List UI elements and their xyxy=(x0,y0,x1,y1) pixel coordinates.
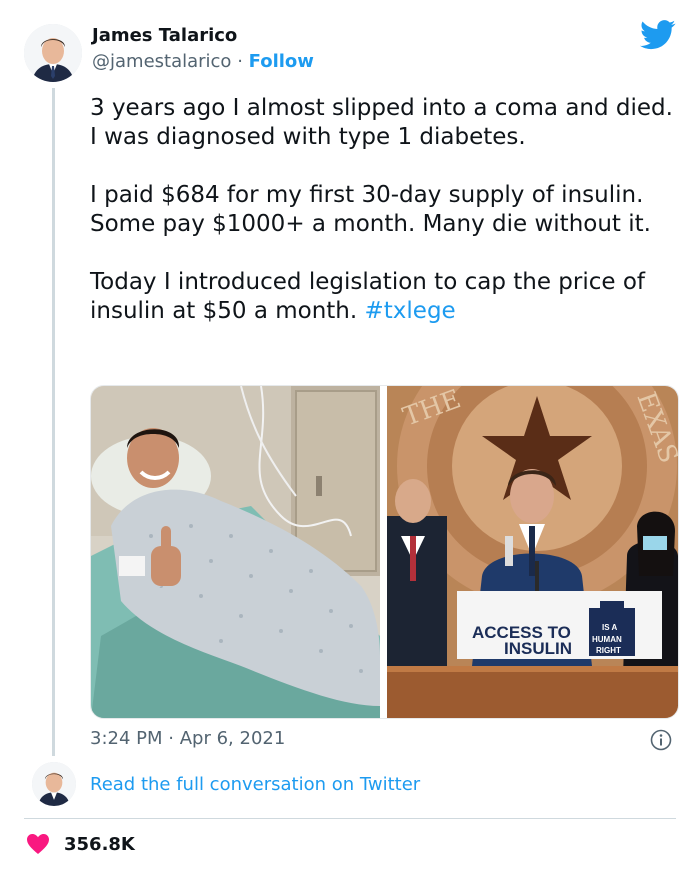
handle-separator: · xyxy=(237,51,243,72)
tweet-media[interactable]: THE EXAS ACCESS TO INSULIN IS A HUMAN RI… xyxy=(90,385,679,719)
follow-button[interactable]: Follow xyxy=(249,51,314,72)
tweet-paragraph-2: I paid $684 for my first 30-day supply o… xyxy=(90,182,651,237)
tweet-paragraph-1: 3 years ago I almost slipped into a coma… xyxy=(90,95,673,150)
photo-press-conference[interactable]: THE EXAS ACCESS TO INSULIN IS A HUMAN RI… xyxy=(387,386,678,718)
timestamp-separator: · xyxy=(168,728,174,749)
author-avatar-small[interactable] xyxy=(32,762,76,806)
author-handle[interactable]: @jamestalarico xyxy=(92,51,231,72)
info-icon[interactable] xyxy=(650,729,672,751)
tweet-date: Apr 6, 2021 xyxy=(179,728,286,749)
badge-line-3: RIGHT xyxy=(596,646,621,655)
tweet-paragraph-3: Today I introduced legislation to cap th… xyxy=(90,268,680,326)
photo-hospital-bed[interactable] xyxy=(91,386,380,718)
author-avatar[interactable] xyxy=(24,24,82,82)
hashtag-link[interactable]: #txlege xyxy=(365,298,456,324)
author-name[interactable]: James Talarico xyxy=(92,25,237,46)
thread-connector-line xyxy=(52,88,55,756)
tweet-timestamp[interactable]: 3:24 PM · Apr 6, 2021 xyxy=(90,728,285,749)
like-button[interactable]: 356.8K xyxy=(26,832,135,856)
twitter-bird-icon[interactable] xyxy=(640,20,676,50)
badge-line-1: IS A xyxy=(602,623,617,632)
tweet-time: 3:24 PM xyxy=(90,728,163,749)
badge-line-2: HUMAN xyxy=(592,635,622,644)
sign-line-2: INSULIN xyxy=(504,639,572,658)
read-conversation-link[interactable]: Read the full conversation on Twitter xyxy=(90,774,420,795)
tweet-text: 3 years ago I almost slipped into a coma… xyxy=(90,94,680,355)
footer-divider xyxy=(24,818,676,819)
author-handle-row: @jamestalarico · Follow xyxy=(92,51,314,72)
likes-count: 356.8K xyxy=(64,833,135,855)
heart-icon xyxy=(27,834,49,854)
